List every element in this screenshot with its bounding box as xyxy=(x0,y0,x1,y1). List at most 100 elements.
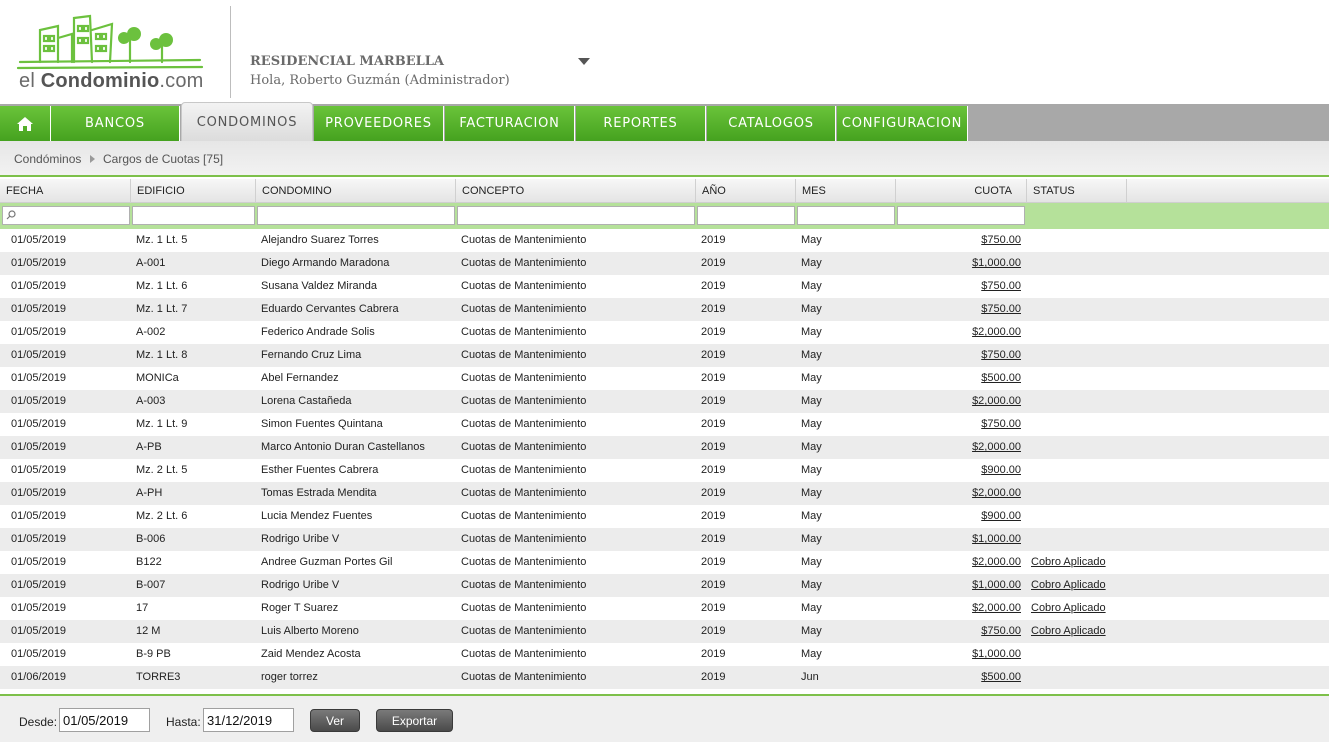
cell-status[interactable]: Cobro Aplicado xyxy=(1031,551,1125,574)
table-row[interactable]: 01/05/2019 A-001 Diego Armando Maradona Cuo… xyxy=(0,252,1329,275)
cell-status xyxy=(1031,666,1125,689)
app-page: el Condominio.com RESIDENCIAL MARBELLA H… xyxy=(0,0,1329,742)
cell-cuota[interactable]: $750.00 xyxy=(896,229,1021,252)
cell-fecha: 01/05/2019 xyxy=(11,303,67,315)
cell-cuota[interactable]: $2,000.00 xyxy=(896,390,1021,413)
table-row[interactable]: 01/05/2019 Mz. 2 Lt. 5 Esther Fuentes Cabr… xyxy=(0,459,1329,482)
table-row[interactable]: 01/05/2019 B-9 PB Zaid Mendez Acosta Cuotas… xyxy=(0,643,1329,666)
cell-concepto: Cuotas de Mantenimiento xyxy=(461,303,587,315)
nav-configuracion[interactable]: CONFIGURACION xyxy=(837,106,968,141)
column-header-ano[interactable]: AÑO xyxy=(696,179,796,203)
cell-fecha: 01/06/2019 xyxy=(11,671,67,683)
filter-mes-input[interactable] xyxy=(797,206,895,225)
cell-condomino: roger torrez xyxy=(261,671,318,683)
cell-status[interactable]: Cobro Aplicado xyxy=(1031,574,1125,597)
cell-cuota[interactable]: $1,000.00 xyxy=(896,574,1021,597)
column-header-fecha[interactable]: FECHA xyxy=(0,179,131,203)
table-row[interactable]: 01/05/2019 Mz. 2 Lt. 6 Lucia Mendez Fuente… xyxy=(0,505,1329,528)
grid-body: 01/05/2019 Mz. 1 Lt. 5 Alejandro Suarez To… xyxy=(0,229,1329,689)
table-row[interactable]: 01/05/2019 Mz. 1 Lt. 7 Eduardo Cervantes C… xyxy=(0,298,1329,321)
nav-reportes[interactable]: REPORTES xyxy=(576,106,706,141)
breadcrumb-root[interactable]: Condóminos xyxy=(14,152,81,166)
column-header-condomino[interactable]: CONDOMINO xyxy=(256,179,456,203)
breadcrumb-separator-icon xyxy=(90,155,95,163)
table-row[interactable]: 01/05/2019 A-PB Marco Antonio Duran Castel… xyxy=(0,436,1329,459)
cell-status[interactable]: Cobro Aplicado xyxy=(1031,597,1125,620)
filter-concepto-input[interactable] xyxy=(457,206,695,225)
table-row[interactable]: 01/05/2019 17 Roger T Suarez Cuotas de Mant… xyxy=(0,597,1329,620)
cell-mes: May xyxy=(801,510,822,522)
cell-cuota[interactable]: $750.00 xyxy=(896,298,1021,321)
column-header-status[interactable]: STATUS xyxy=(1027,179,1127,203)
filter-fecha-input[interactable] xyxy=(2,206,130,225)
home-icon xyxy=(17,116,33,131)
cell-edificio: A-003 xyxy=(136,395,166,407)
cell-cuota[interactable]: $1,000.00 xyxy=(896,643,1021,666)
cell-fecha: 01/05/2019 xyxy=(11,579,67,591)
cell-cuota[interactable]: $750.00 xyxy=(896,275,1021,298)
hasta-date-input[interactable] xyxy=(203,708,294,732)
table-row[interactable]: 01/05/2019 Mz. 1 Lt. 5 Alejandro Suarez To… xyxy=(0,229,1329,252)
cell-condomino: Luis Alberto Moreno xyxy=(261,625,359,637)
nav-proveedores[interactable]: PROVEEDORES xyxy=(314,106,444,141)
cell-fecha: 01/05/2019 xyxy=(11,418,67,430)
table-row[interactable]: 01/05/2019 B-007 Rodrigo Uribe V Cuotas de … xyxy=(0,574,1329,597)
filter-condomino-input[interactable] xyxy=(257,206,455,225)
cell-cuota[interactable]: $900.00 xyxy=(896,505,1021,528)
cell-mes: May xyxy=(801,625,822,637)
cell-cuota[interactable]: $500.00 xyxy=(896,666,1021,689)
desde-label: Desde: xyxy=(19,715,58,729)
cell-status[interactable]: Cobro Aplicado xyxy=(1031,620,1125,643)
filter-ano-input[interactable] xyxy=(697,206,795,225)
table-row[interactable]: 01/05/2019 Mz. 1 Lt. 9 Simon Fuentes Quint… xyxy=(0,413,1329,436)
desde-date-input[interactable] xyxy=(59,708,150,732)
table-row[interactable]: 01/05/2019 A-002 Federico Andrade Solis Cuo… xyxy=(0,321,1329,344)
cell-edificio: Mz. 2 Lt. 5 xyxy=(136,464,188,476)
chevron-down-icon[interactable] xyxy=(578,58,590,65)
column-header-concepto[interactable]: CONCEPTO xyxy=(456,179,696,203)
column-header-cuota[interactable]: CUOTA xyxy=(896,179,1027,203)
cell-ano: 2019 xyxy=(701,556,726,568)
nav-home[interactable] xyxy=(0,106,51,141)
cell-cuota[interactable]: $1,000.00 xyxy=(896,528,1021,551)
cell-cuota[interactable]: $2,000.00 xyxy=(896,436,1021,459)
cell-cuota[interactable]: $900.00 xyxy=(896,459,1021,482)
cell-concepto: Cuotas de Mantenimiento xyxy=(461,671,587,683)
table-row[interactable]: 01/06/2019 TORRE3 roger torrez Cuotas de Ma… xyxy=(0,666,1329,689)
table-row[interactable]: 01/05/2019 B-006 Rodrigo Uribe V Cuotas de … xyxy=(0,528,1329,551)
cell-condomino: Rodrigo Uribe V xyxy=(261,533,340,545)
cell-cuota[interactable]: $750.00 xyxy=(896,413,1021,436)
table-row[interactable]: 01/05/2019 Mz. 1 Lt. 8 Fernando Cruz Lima C… xyxy=(0,344,1329,367)
cell-cuota[interactable]: $500.00 xyxy=(896,367,1021,390)
cell-cuota[interactable]: $1,000.00 xyxy=(896,252,1021,275)
table-row[interactable]: 01/05/2019 A-PH Tomas Estrada Mendita Cuota… xyxy=(0,482,1329,505)
ver-button[interactable]: Ver xyxy=(310,709,360,732)
filter-edificio-input[interactable] xyxy=(132,206,255,225)
cell-ano: 2019 xyxy=(701,487,726,499)
cell-fecha: 01/05/2019 xyxy=(11,510,67,522)
cell-concepto: Cuotas de Mantenimiento xyxy=(461,579,587,591)
cell-cuota[interactable]: $2,000.00 xyxy=(896,597,1021,620)
nav-facturacion[interactable]: FACTURACION xyxy=(445,106,575,141)
table-row[interactable]: 01/05/2019 B122 Andree Guzman Portes Gil Cu… xyxy=(0,551,1329,574)
column-header-mes[interactable]: MES xyxy=(796,179,896,203)
filter-cuota-input[interactable] xyxy=(897,206,1025,225)
nav-bancos[interactable]: BANCOS xyxy=(51,106,180,141)
table-row[interactable]: 01/05/2019 Mz. 1 Lt. 6 Susana Valdez Miran… xyxy=(0,275,1329,298)
main-nav: BANCOS CONDOMINOS PROVEEDORES FACTURACIO… xyxy=(0,102,1329,141)
cell-cuota[interactable]: $2,000.00 xyxy=(896,482,1021,505)
table-row[interactable]: 01/05/2019 A-003 Lorena Castañeda Cuotas de… xyxy=(0,390,1329,413)
cell-mes: May xyxy=(801,303,822,315)
cell-cuota[interactable]: $2,000.00 xyxy=(896,551,1021,574)
nav-condominos[interactable]: CONDOMINOS xyxy=(181,102,313,141)
cell-cuota[interactable]: $750.00 xyxy=(896,344,1021,367)
column-header-edificio[interactable]: EDIFICIO xyxy=(131,179,256,203)
table-row[interactable]: 01/05/2019 MONICa Abel Fernandez Cuotas de … xyxy=(0,367,1329,390)
nav-catalogos[interactable]: CATALOGOS xyxy=(707,106,836,141)
cell-cuota[interactable]: $750.00 xyxy=(896,620,1021,643)
table-row[interactable]: 01/05/2019 12 M Luis Alberto Moreno Cuotas … xyxy=(0,620,1329,643)
cell-mes: May xyxy=(801,602,822,614)
cell-fecha: 01/05/2019 xyxy=(11,487,67,499)
cell-cuota[interactable]: $2,000.00 xyxy=(896,321,1021,344)
exportar-button[interactable]: Exportar xyxy=(376,709,453,732)
